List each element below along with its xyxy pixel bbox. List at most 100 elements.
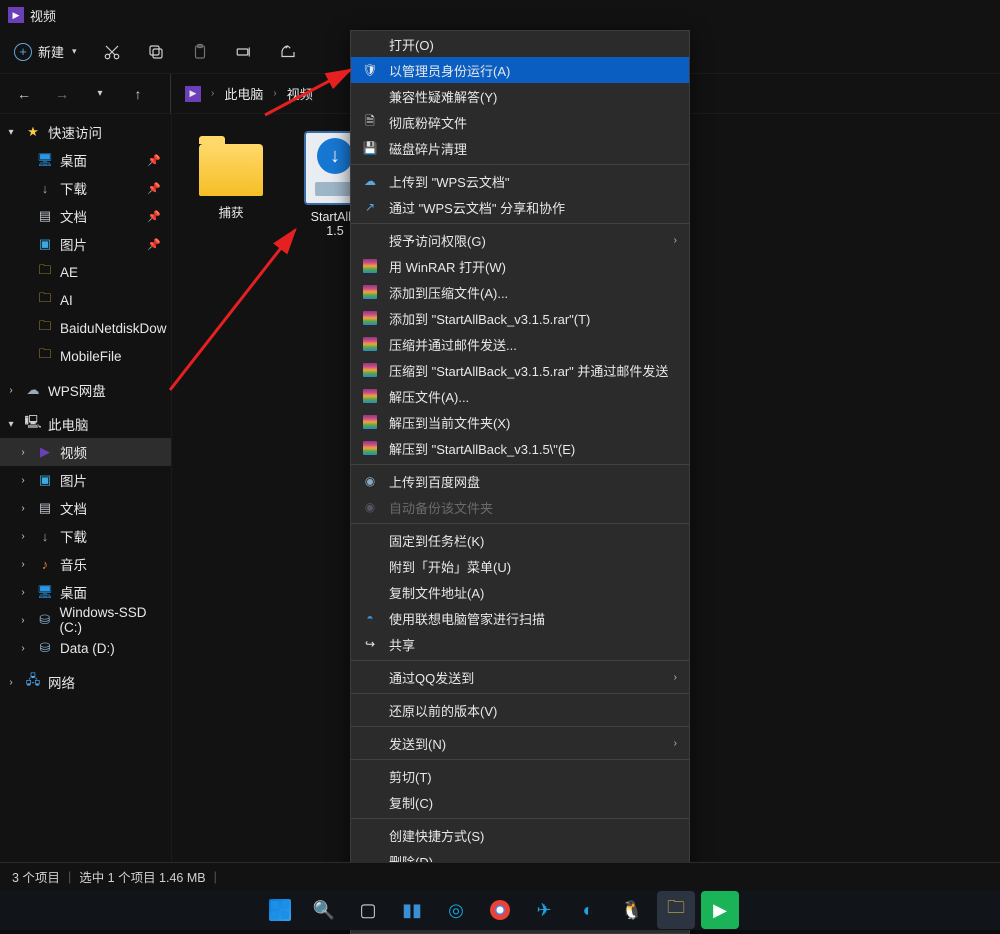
tree-documents[interactable]: ▤文档📌 (0, 202, 171, 230)
task-view-icon[interactable]: ▢ (349, 891, 387, 929)
menu-compat-troubleshoot[interactable]: 兼容性疑难解答(Y) (351, 83, 689, 109)
menu-add-archive[interactable]: 添加到压缩文件(A)... (351, 279, 689, 305)
menu-send-qq[interactable]: 通过QQ发送到› (351, 664, 689, 690)
breadcrumb[interactable]: ▶ › 此电脑 › 视频 (170, 74, 313, 113)
tree-baidunetdisk[interactable]: 🗀BaiduNetdiskDow (0, 314, 171, 342)
menu-create-shortcut[interactable]: 创建快捷方式(S) (351, 822, 689, 848)
tree-desktop[interactable]: 🖥桌面📌 (0, 146, 171, 174)
selection-info: 选中 1 个项目 1.46 MB (79, 867, 205, 886)
tree-drive-c[interactable]: ›⛁Windows-SSD (C:) (0, 606, 171, 634)
tree-desktop2[interactable]: ›🖥桌面 (0, 578, 171, 606)
tree-label: 快速访问 (48, 122, 102, 142)
start-button[interactable] (261, 891, 299, 929)
forward-button[interactable]: → (48, 80, 76, 108)
menu-pin-start[interactable]: 附到「开始」菜单(U) (351, 553, 689, 579)
wps-cloud-node[interactable]: ›☁WPS网盘 (0, 376, 171, 404)
tree-downloads[interactable]: ↓下载📌 (0, 174, 171, 202)
back-button[interactable]: ← (10, 80, 38, 108)
recent-dropdown[interactable]: ▾ (86, 80, 114, 108)
breadcrumb-segment[interactable]: 视频 (287, 84, 313, 103)
menu-share-wps[interactable]: ↗通过 "WPS云文档" 分享和协作 (351, 194, 689, 220)
menu-pin-taskbar[interactable]: 固定到任务栏(K) (351, 527, 689, 553)
tree-pictures2[interactable]: ›▣图片 (0, 466, 171, 494)
cut-icon[interactable] (103, 43, 121, 61)
quick-access-node[interactable]: ▾★快速访问 (0, 118, 171, 146)
widgets-icon[interactable]: ▮▮ (393, 891, 431, 929)
tree-drive-d[interactable]: ›⛁Data (D:) (0, 634, 171, 662)
window-title: 视频 (30, 6, 56, 25)
menu-cut[interactable]: 剪切(T) (351, 763, 689, 789)
menu-label: 兼容性疑难解答(Y) (389, 87, 497, 106)
new-button[interactable]: + 新建 ▾ (14, 42, 77, 61)
menu-shred[interactable]: 🗎彻底粉碎文件 (351, 109, 689, 135)
tree-ae[interactable]: 🗀AE (0, 258, 171, 286)
chrome-icon[interactable] (481, 891, 519, 929)
menu-label: 创建快捷方式(S) (389, 826, 484, 845)
tree-label: 下载 (60, 178, 87, 198)
menu-extract-here[interactable]: 解压到当前文件夹(X) (351, 409, 689, 435)
menu-send-to[interactable]: 发送到(N)› (351, 730, 689, 756)
menu-separator (351, 726, 689, 727)
menu-separator (351, 759, 689, 760)
menu-extract-to[interactable]: 解压到 "StartAllBack_v3.1.5\"(E) (351, 435, 689, 461)
menu-label: 剪切(T) (389, 767, 432, 786)
tree-label: MobileFile (60, 349, 122, 364)
tree-mobilefile[interactable]: 🗀MobileFile (0, 342, 171, 370)
menu-label: 压缩到 "StartAllBack_v3.1.5.rar" 并通过邮件发送 (389, 361, 668, 380)
menu-defrag[interactable]: 💾磁盘碎片清理 (351, 135, 689, 161)
share-icon[interactable] (279, 43, 297, 61)
app-icon[interactable]: ▶ (701, 891, 739, 929)
qq-icon[interactable]: 🐧 (613, 891, 651, 929)
taskbar: 🔍 ▢ ▮▮ ◎ ✈ ◐ 🐧 🗀 ▶ (0, 890, 1000, 930)
tree-label: AI (60, 293, 73, 308)
tree-ai[interactable]: 🗀AI (0, 286, 171, 314)
app-icon[interactable]: ✈ (525, 891, 563, 929)
menu-copy[interactable]: 复制(C) (351, 789, 689, 815)
copy-icon[interactable] (147, 43, 165, 61)
folder-item[interactable]: 捕获 (186, 144, 276, 221)
tree-music[interactable]: ›♪音乐 (0, 550, 171, 578)
tree-label: 下载 (60, 526, 87, 546)
network-node[interactable]: ›🖧网络 (0, 668, 171, 696)
menu-winrar-open[interactable]: 用 WinRAR 打开(W) (351, 253, 689, 279)
menu-label: 通过 "WPS云文档" 分享和协作 (389, 198, 565, 217)
this-pc-node[interactable]: ▾🖳此电脑 (0, 410, 171, 438)
search-icon[interactable]: 🔍 (305, 891, 343, 929)
menu-compress-email[interactable]: 压缩并通过邮件发送... (351, 331, 689, 357)
menu-label: 使用联想电脑管家进行扫描 (389, 609, 545, 628)
menu-copy-path[interactable]: 复制文件地址(A) (351, 579, 689, 605)
up-button[interactable]: ↑ (124, 80, 152, 108)
tree-pictures[interactable]: ▣图片📌 (0, 230, 171, 258)
menu-upload-wps[interactable]: ☁上传到 "WPS云文档" (351, 168, 689, 194)
file-icon: 🗎 (361, 113, 379, 131)
tree-video[interactable]: ›▶视频 (0, 438, 171, 466)
menu-extract[interactable]: 解压文件(A)... (351, 383, 689, 409)
menu-restore-previous[interactable]: 还原以前的版本(V) (351, 697, 689, 723)
menu-add-to-rar[interactable]: 添加到 "StartAllBack_v3.1.5.rar"(T) (351, 305, 689, 331)
menu-separator (351, 164, 689, 165)
tree-label: 桌面 (60, 150, 87, 170)
menu-upload-baidu[interactable]: ◉上传到百度网盘 (351, 468, 689, 494)
rename-icon[interactable] (235, 43, 253, 61)
menu-run-as-admin[interactable]: 🛡以管理员身份运行(A) (351, 57, 689, 83)
menu-share[interactable]: ↪共享 (351, 631, 689, 657)
menu-grant-access[interactable]: 授予访问权限(G)› (351, 227, 689, 253)
paste-icon[interactable] (191, 43, 209, 61)
tree-label: Data (D:) (60, 641, 115, 656)
tree-downloads2[interactable]: ›↓下载 (0, 522, 171, 550)
tree-documents2[interactable]: ›▤文档 (0, 494, 171, 522)
menu-compress-to-email[interactable]: 压缩到 "StartAllBack_v3.1.5.rar" 并通过邮件发送 (351, 357, 689, 383)
menu-lenovo-scan[interactable]: ◓使用联想电脑管家进行扫描 (351, 605, 689, 631)
disk-icon: 💾 (361, 139, 379, 157)
new-label: 新建 (38, 42, 64, 61)
explorer-icon[interactable]: 🗀 (657, 891, 695, 929)
menu-label: 发送到(N) (389, 734, 446, 753)
app-icon[interactable]: ◐ (569, 891, 607, 929)
tree-label: 文档 (60, 206, 87, 226)
winrar-icon (361, 413, 379, 431)
edge-icon[interactable]: ◎ (437, 891, 475, 929)
submenu-arrow-icon: › (674, 235, 677, 246)
breadcrumb-segment[interactable]: 此电脑 (224, 84, 263, 103)
tree-label: 图片 (60, 470, 87, 490)
menu-open[interactable]: 打开(O) (351, 31, 689, 57)
